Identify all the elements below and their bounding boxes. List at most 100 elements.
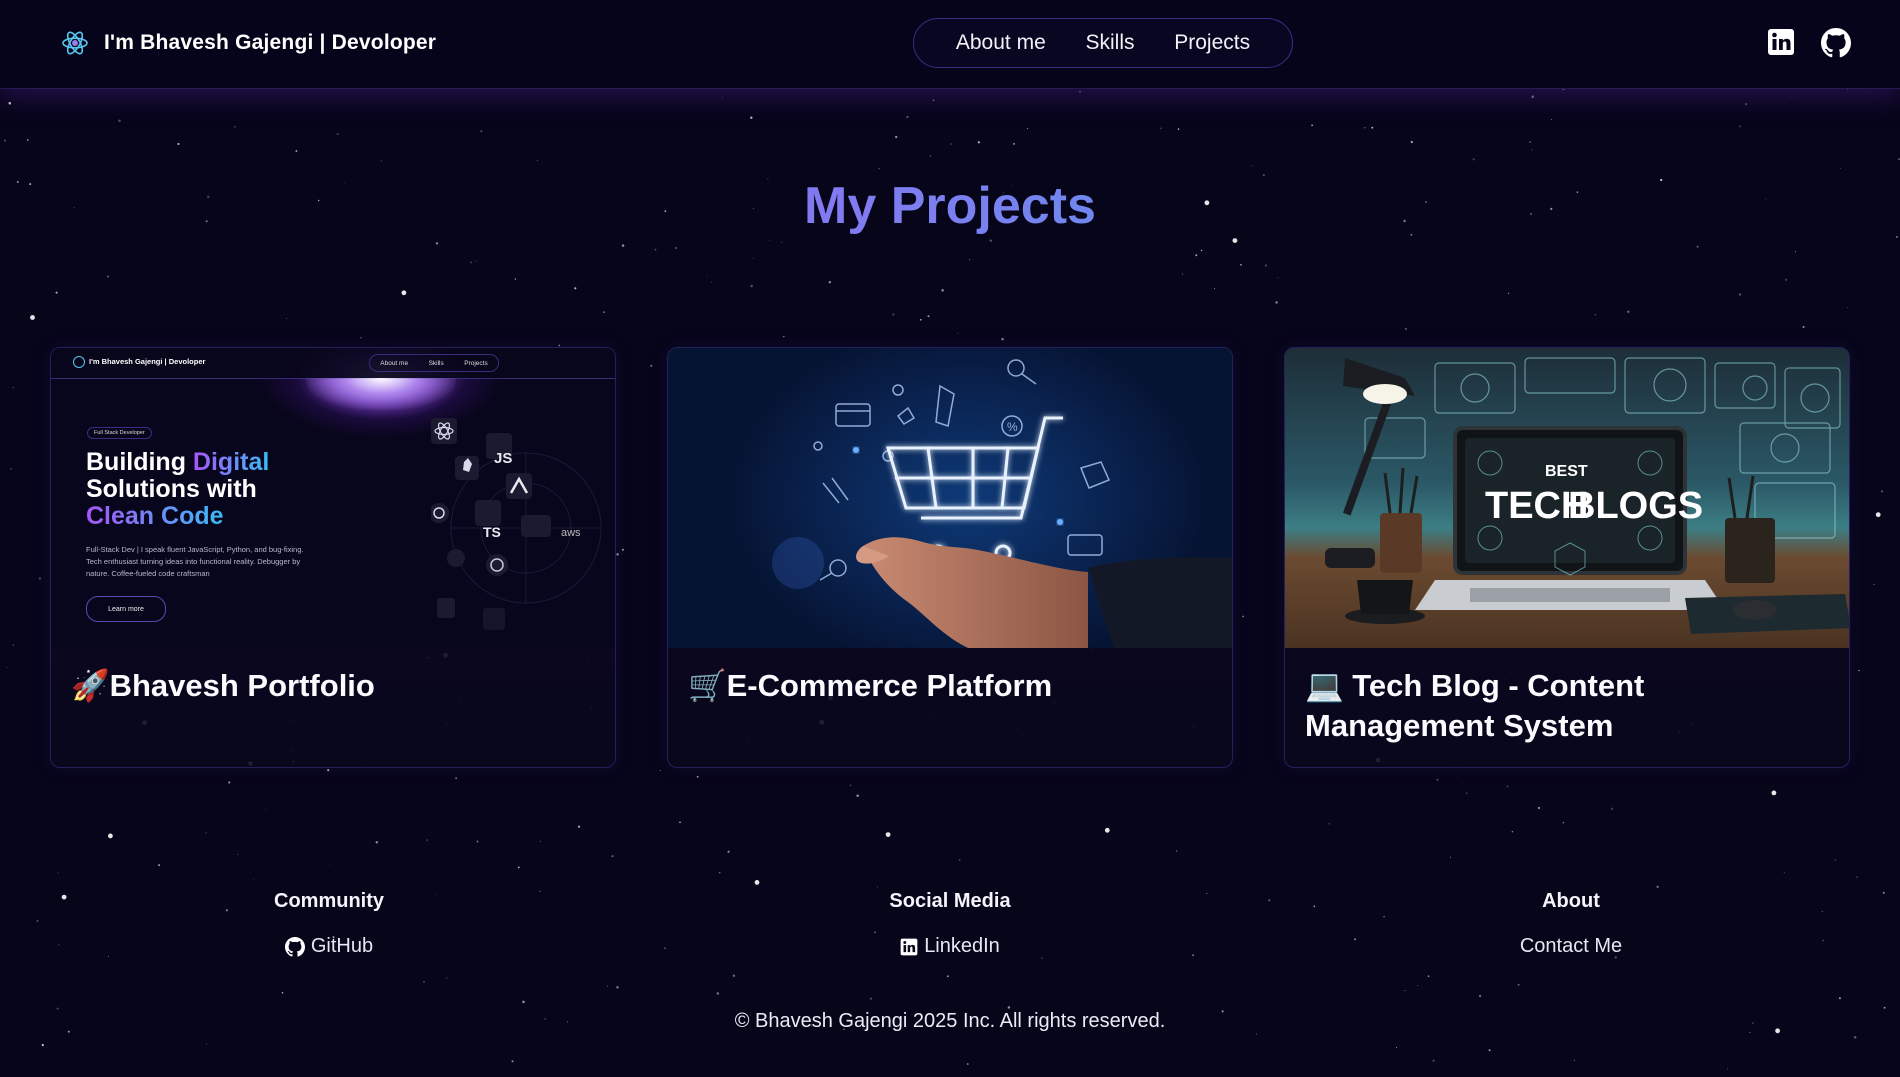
star — [1251, 165, 1253, 167]
preview-learn-more-button: Learn more — [86, 596, 166, 622]
star — [329, 863, 331, 865]
star — [12, 644, 14, 646]
star — [511, 1060, 514, 1063]
star — [1001, 337, 1004, 341]
star — [1206, 892, 1208, 894]
footer-heading: About — [1542, 890, 1600, 912]
star — [1562, 821, 1565, 824]
footer-github-link[interactable]: GitHub — [284, 935, 374, 958]
star — [885, 832, 891, 837]
star — [679, 821, 681, 824]
star — [1275, 301, 1278, 304]
tech-blogs-image: BEST TECH BLOGS — [1285, 348, 1849, 648]
star — [1610, 807, 1614, 811]
star — [752, 257, 754, 259]
star — [423, 980, 425, 983]
nav-link-projects[interactable]: Projects — [1174, 31, 1250, 55]
star — [1026, 127, 1029, 130]
star — [1896, 236, 1898, 238]
preview-js-chip: JS — [494, 450, 513, 467]
footer-contact-link[interactable]: Contact Me — [1520, 935, 1622, 958]
star — [401, 290, 407, 296]
github-icon[interactable] — [1821, 28, 1851, 58]
footer-link-label: GitHub — [310, 935, 374, 957]
star — [621, 548, 624, 551]
star — [1508, 292, 1510, 294]
star — [878, 167, 880, 170]
preview-nav-link: Skills — [428, 359, 444, 367]
star — [177, 142, 180, 146]
star — [1783, 872, 1785, 874]
project-title: 💻 Tech Blog - Content Management System — [1305, 668, 1645, 743]
star — [732, 974, 736, 977]
star — [781, 241, 783, 244]
star — [603, 311, 605, 313]
star — [1858, 669, 1860, 672]
star — [1195, 254, 1198, 257]
star — [1517, 983, 1520, 986]
star — [1436, 778, 1439, 781]
project-card-ecommerce[interactable]: % 🛒E-Commerce Platform — [667, 347, 1233, 768]
nav-link-about[interactable]: About me — [956, 31, 1046, 55]
star — [1696, 245, 1699, 248]
footer-linkedin-link[interactable]: LinkedIn — [900, 935, 1000, 958]
star — [616, 553, 619, 556]
star — [927, 315, 930, 318]
star — [1160, 127, 1162, 130]
star — [1012, 142, 1016, 145]
star — [435, 242, 439, 245]
linkedin-icon[interactable] — [1767, 28, 1795, 56]
star — [946, 975, 949, 978]
project-card-tech-blog[interactable]: BEST TECH BLOGS 💻 Tech Blog - Content Ma… — [1284, 347, 1850, 768]
star — [892, 313, 895, 316]
brand[interactable]: I'm Bhavesh Gajengi | Devoloper — [60, 28, 436, 58]
star — [849, 784, 852, 787]
star — [1466, 792, 1468, 794]
footer-community: Community GitHub — [129, 890, 529, 962]
star — [8, 101, 12, 105]
project-card-portfolio[interactable]: I'm Bhavesh Gajengi | Devoloper About me… — [50, 347, 616, 768]
star — [206, 1043, 207, 1045]
star — [1079, 90, 1081, 93]
star — [446, 977, 448, 979]
star — [1794, 251, 1796, 253]
star — [522, 1000, 525, 1004]
copyright: © Bhavesh Gajengi 2025 Inc. All rights r… — [734, 1010, 1166, 1032]
star — [1472, 158, 1475, 161]
star — [475, 260, 477, 262]
project-title: 🚀Bhavesh Portfolio — [71, 668, 375, 703]
nav-link-skills[interactable]: Skills — [1085, 31, 1134, 55]
star — [1432, 1059, 1435, 1062]
star — [621, 244, 625, 247]
star — [1232, 238, 1238, 244]
star — [1265, 264, 1268, 267]
star — [480, 130, 483, 133]
star — [1627, 310, 1630, 313]
star — [932, 99, 935, 102]
star — [470, 261, 472, 264]
star — [1785, 278, 1788, 281]
star — [1371, 126, 1374, 129]
preview-heading-text: Building — [86, 448, 193, 476]
star — [877, 886, 878, 888]
project-title: 🛒E-Commerce Platform — [688, 668, 1053, 703]
star — [107, 956, 109, 958]
star — [12, 386, 15, 389]
star — [281, 991, 284, 994]
preview-badge: Full Stack Developer — [87, 427, 152, 439]
star — [721, 96, 723, 99]
star — [1277, 277, 1279, 279]
star — [286, 317, 288, 319]
star — [1745, 102, 1748, 106]
preview-atom-icon — [73, 356, 85, 368]
star — [1881, 490, 1884, 493]
star — [336, 132, 339, 136]
star — [380, 160, 382, 162]
star — [107, 275, 109, 278]
star — [327, 768, 330, 772]
star — [1834, 859, 1837, 861]
star — [455, 777, 457, 779]
star — [1410, 140, 1413, 144]
star — [577, 825, 581, 828]
star — [295, 150, 298, 152]
